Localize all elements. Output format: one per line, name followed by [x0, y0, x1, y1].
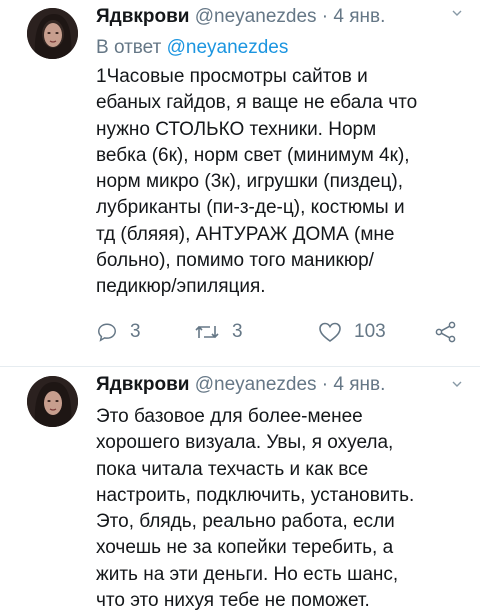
text-line: хорошего визуала. Увы, я охуела,	[96, 432, 394, 454]
tweet-date[interactable]: 4 янв.	[333, 374, 385, 395]
retweet-button[interactable]: 3	[194, 317, 243, 347]
retweet-count: 3	[232, 321, 243, 342]
avatar[interactable]	[27, 376, 78, 427]
text-line: что это нихуя тебе не поможет.	[96, 590, 370, 612]
tweet-header: Ядвкрови @neyanezdes · 4 янв.	[96, 6, 385, 28]
text-line: вебка (6к), норм свет (минимум 4к),	[96, 144, 410, 166]
reply-prefix: В ответ	[96, 37, 167, 58]
chevron-down-icon[interactable]	[452, 8, 462, 18]
tweet-text: 1Часовые просмотры сайтов и ебаных гайдо…	[96, 64, 466, 301]
text-line: настроить, подключить, установить.	[96, 484, 415, 506]
text-line: Это базовое для более-менее	[96, 406, 363, 427]
tweet-actions: 3 3 103	[96, 317, 466, 347]
tweet-text: Это базовое для более-менее хорошего виз…	[96, 404, 466, 614]
like-button[interactable]: 103	[318, 317, 386, 347]
separator: ·	[316, 374, 334, 395]
text-line: норм микро (3к), игрушки (пиздец),	[96, 171, 403, 193]
reply-to-link[interactable]: @neyanezdes	[167, 37, 289, 58]
author-name[interactable]: Ядвкрови	[96, 6, 189, 27]
avatar[interactable]	[27, 8, 78, 59]
text-line: пока читала техчасть и как все	[96, 458, 369, 480]
author-name[interactable]: Ядвкрови	[96, 374, 189, 395]
tweet-header: Ядвкрови @neyanezdes · 4 янв.	[96, 374, 385, 396]
reply-icon	[98, 323, 116, 342]
text-line: педикюр/эпиляция.	[96, 276, 266, 298]
text-line: Это, блядь, реально работа, если	[96, 511, 395, 533]
chevron-down-icon[interactable]	[452, 379, 462, 389]
retweet-icon	[195, 325, 219, 339]
like-count: 103	[354, 321, 386, 342]
share-button[interactable]	[434, 317, 470, 347]
author-handle[interactable]: @neyanezdes	[195, 374, 317, 395]
text-line: хочешь не за копейки теребить, а	[96, 537, 394, 559]
reply-button[interactable]: 3	[96, 317, 141, 347]
text-line: нужно СТОЛЬКО техники. Норм	[96, 118, 377, 140]
like-icon	[319, 322, 341, 342]
reply-count: 3	[130, 321, 141, 342]
share-icon	[435, 321, 456, 343]
text-line: больно), помимо того маникюр/	[96, 250, 374, 272]
text-line: лубриканты (пи-з-де-ц), костюмы и	[96, 197, 405, 219]
separator: ·	[316, 6, 334, 27]
tweet-date[interactable]: 4 янв.	[333, 6, 385, 27]
author-handle[interactable]: @neyanezdes	[195, 6, 317, 27]
text-line: 1Часовые просмотры сайтов и	[96, 66, 368, 87]
reply-context: В ответ @neyanezdes	[96, 37, 288, 59]
text-line: ебаных гайдов, я ваще не ебала что	[96, 92, 418, 114]
text-line: жить на эти деньги. Но есть шанс,	[96, 563, 399, 585]
text-line: тд (бляяя), АНТУРАЖ ДОМА (мне	[96, 223, 395, 245]
